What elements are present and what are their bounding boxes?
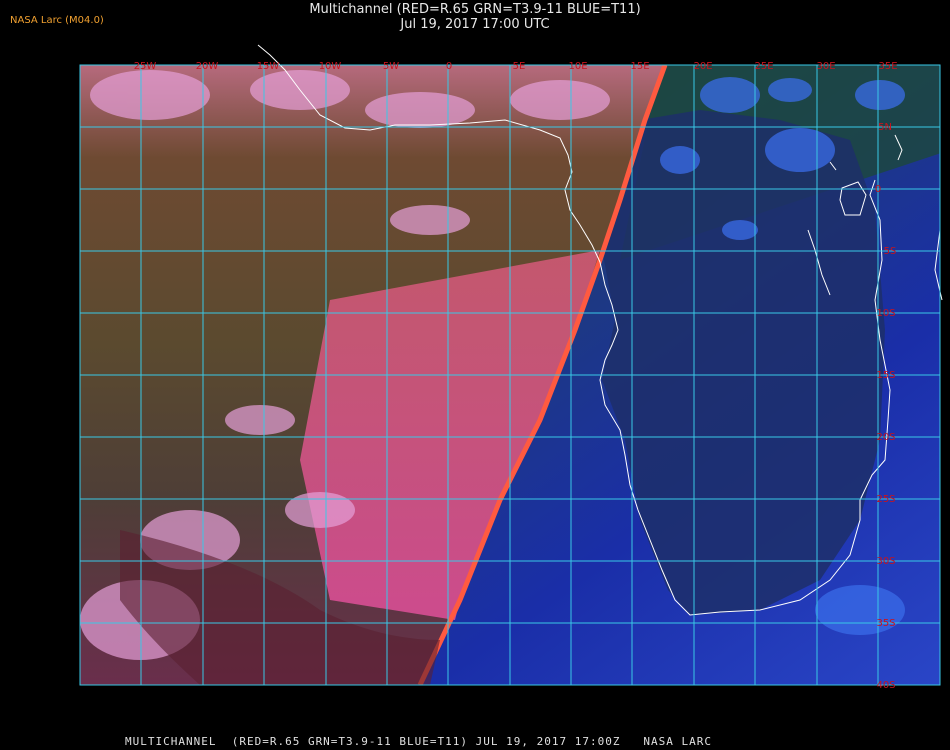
lon-label: 10E [568, 61, 587, 72]
lat-label: 25S [876, 494, 895, 505]
lon-label: 25E [754, 61, 773, 72]
lat-label: 35S [876, 618, 895, 629]
footer-caption: MULTICHANNEL (RED=R.65 GRN=T3.9-11 BLUE=… [125, 735, 712, 748]
lat-label: 20S [876, 432, 895, 443]
lon-label: 25W [134, 61, 157, 72]
lon-label: 30E [816, 61, 835, 72]
lon-label: 0 [446, 61, 452, 72]
lat-label: 5S [884, 246, 897, 257]
lat-label: 30S [876, 556, 895, 567]
lon-label: 20E [693, 61, 712, 72]
lat-label: 15S [876, 370, 895, 381]
lat-label: 10S [876, 308, 895, 319]
lat-label: 5N [878, 122, 892, 133]
satellite-map: 25W 20W 15W 10W 5W 0 5E 10E 15E 20E 25E … [79, 44, 943, 691]
lon-label: 5E [513, 61, 526, 72]
lon-label: 5W [383, 61, 399, 72]
lon-label: 35E [878, 61, 897, 72]
lon-label: 15W [257, 61, 280, 72]
lon-label: 20W [196, 61, 219, 72]
lat-label: 40S [876, 680, 895, 691]
lat-label: 0 [875, 184, 881, 195]
lon-label: 15E [630, 61, 649, 72]
lon-label: 10W [319, 61, 342, 72]
